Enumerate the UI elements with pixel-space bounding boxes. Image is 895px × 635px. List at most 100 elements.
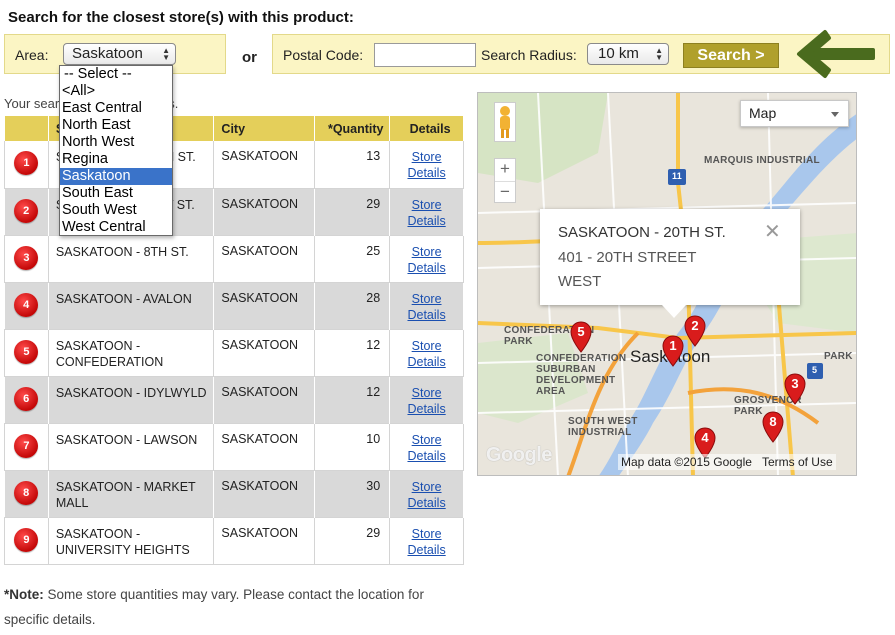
store-details-cell: Store Details [389, 470, 464, 517]
map-type-select[interactable]: Map [740, 100, 849, 127]
area-select[interactable]: Saskatoon ▲ ▼ [63, 43, 176, 65]
store-details-link-line2: Details [407, 495, 446, 510]
store-city: SASKATOON [213, 188, 316, 235]
store-details-cell: Store Details [389, 188, 464, 235]
zoom-in-button[interactable]: + [495, 159, 515, 181]
store-details-link[interactable]: Store Details [407, 433, 445, 463]
store-city: SASKATOON [213, 329, 316, 376]
store-details-link-line2: Details [407, 166, 446, 180]
store-name: SASKATOON - AVALON [48, 282, 215, 329]
close-icon[interactable]: ✕ [764, 219, 781, 244]
area-option[interactable]: South East [60, 185, 172, 202]
map-pin-label: 1 [669, 338, 677, 353]
store-details-cell: Store Details [389, 376, 464, 423]
area-dropdown-list[interactable]: -- Select -- <All> East Central North East N… [59, 65, 173, 236]
zoom-control: + − [494, 158, 516, 203]
map-label-southwest: SOUTH WEST INDUSTRIAL [568, 416, 638, 438]
store-quantity: 25 [314, 235, 391, 282]
area-option[interactable]: North East [60, 117, 172, 134]
store-details-link-line1: Store [411, 291, 442, 306]
store-details-cell: Store Details [389, 141, 464, 188]
search-radius-select[interactable]: 10 km ▲ ▼ [587, 43, 669, 65]
zoom-out-button[interactable]: − [495, 181, 515, 203]
store-details-link[interactable]: Store Details [407, 339, 445, 369]
store-details-link-line2: Details [407, 354, 446, 369]
store-details-cell: Store Details [389, 235, 464, 282]
quantity-note: *Note: Some store quantities may vary. P… [4, 582, 434, 632]
store-city: SASKATOON [213, 235, 316, 282]
column-header-quantity: *Quantity [314, 116, 391, 141]
left-arrow-icon [797, 30, 875, 78]
map-marker-number-icon: 1 [14, 151, 39, 175]
map-pin-icon[interactable]: 3 [784, 373, 806, 405]
row-number-cell: 2 [4, 188, 49, 235]
store-map[interactable]: MARQUIS INDUSTRIAL CONFEDERATION PARK CO… [477, 92, 857, 476]
map-type-value: Map [749, 105, 777, 121]
map-pin-icon[interactable]: 5 [570, 321, 592, 353]
store-details-link[interactable]: Store Details [407, 480, 445, 510]
store-city: SASKATOON [213, 141, 316, 188]
map-pin-icon[interactable]: 2 [684, 315, 706, 347]
column-header-city: City [213, 116, 316, 141]
search-radius-value: 10 km [598, 45, 639, 62]
street-view-pegman-icon[interactable] [494, 102, 516, 142]
store-details-link[interactable]: Store Details [407, 386, 445, 416]
area-option[interactable]: North West [60, 134, 172, 151]
map-pin-label: 3 [791, 376, 799, 391]
table-row: 8 SASKATOON - MARKET MALL SASKATOON 30 Store… [4, 470, 464, 517]
store-city: SASKATOON [213, 423, 316, 470]
store-details-cell: Store Details [389, 423, 464, 470]
info-window-tail [662, 305, 686, 318]
store-name: SASKATOON - 8TH ST. [48, 235, 215, 282]
map-marker-number-icon: 4 [14, 292, 39, 317]
select-arrows-icon: ▲ ▼ [655, 46, 663, 62]
row-number-cell: 1 [4, 141, 49, 188]
store-details-link-line1: Store [411, 526, 442, 541]
store-details-link-line2: Details [407, 260, 446, 275]
map-marker-number-icon: 6 [14, 386, 39, 411]
store-details-link-line2: Details [407, 401, 446, 416]
store-city: SASKATOON [213, 470, 316, 517]
store-name: SASKATOON - UNIVERSITY HEIGHTS [48, 517, 215, 564]
store-details-link-line1: Store [411, 244, 442, 259]
store-details-link-line1: Store [411, 150, 442, 164]
map-marker-number-icon: 7 [14, 433, 39, 458]
area-option[interactable]: East Central [60, 100, 172, 117]
map-pin-label: 2 [691, 318, 699, 333]
area-option[interactable]: Regina [60, 151, 172, 168]
store-name: SASKATOON - IDYLWYLD [48, 376, 215, 423]
terms-of-use-link[interactable]: Terms of Use [762, 455, 833, 469]
store-details-link-line1: Store [411, 479, 442, 494]
area-option[interactable]: -- Select -- [60, 66, 172, 83]
area-option[interactable]: South West [60, 202, 172, 219]
postal-code-input[interactable] [374, 43, 476, 67]
info-window-address-line1: 401 - 20TH STREET [558, 249, 697, 266]
row-number-cell: 9 [4, 517, 49, 564]
map-pin-label: 5 [577, 324, 585, 339]
table-row: 4 SASKATOON - AVALON SASKATOON 28 Store Detai… [4, 282, 464, 329]
caret-down-icon [831, 112, 839, 117]
store-details-link[interactable]: Store Details [407, 198, 445, 228]
store-details-cell: Store Details [389, 282, 464, 329]
store-details-link[interactable]: Store Details [407, 292, 445, 322]
store-details-link[interactable]: Store Details [407, 527, 445, 557]
map-label-marquis: MARQUIS INDUSTRIAL [704, 155, 820, 166]
map-pin-icon[interactable]: 1 [662, 335, 684, 367]
store-details-link-line2: Details [407, 307, 446, 322]
column-header-details: Details [389, 116, 464, 141]
search-button[interactable]: Search > [683, 43, 779, 68]
map-marker-number-icon: 2 [14, 198, 39, 223]
store-name: SASKATOON - MARKET MALL [48, 470, 215, 517]
store-details-link[interactable]: Store Details [407, 150, 445, 180]
row-number-cell: 7 [4, 423, 49, 470]
area-option[interactable]: West Central [60, 219, 172, 236]
area-option[interactable]: Saskatoon [60, 168, 172, 185]
store-quantity: 13 [314, 141, 391, 188]
area-option[interactable]: <All> [60, 83, 172, 100]
store-details-link[interactable]: Store Details [407, 245, 445, 275]
map-pin-icon[interactable]: 8 [762, 411, 784, 443]
store-quantity: 12 [314, 376, 391, 423]
google-logo: Google [486, 444, 552, 466]
store-name: SASKATOON - CONFEDERATION [48, 329, 215, 376]
table-row: 7 SASKATOON - LAWSON SASKATOON 10 Store Detai… [4, 423, 464, 470]
